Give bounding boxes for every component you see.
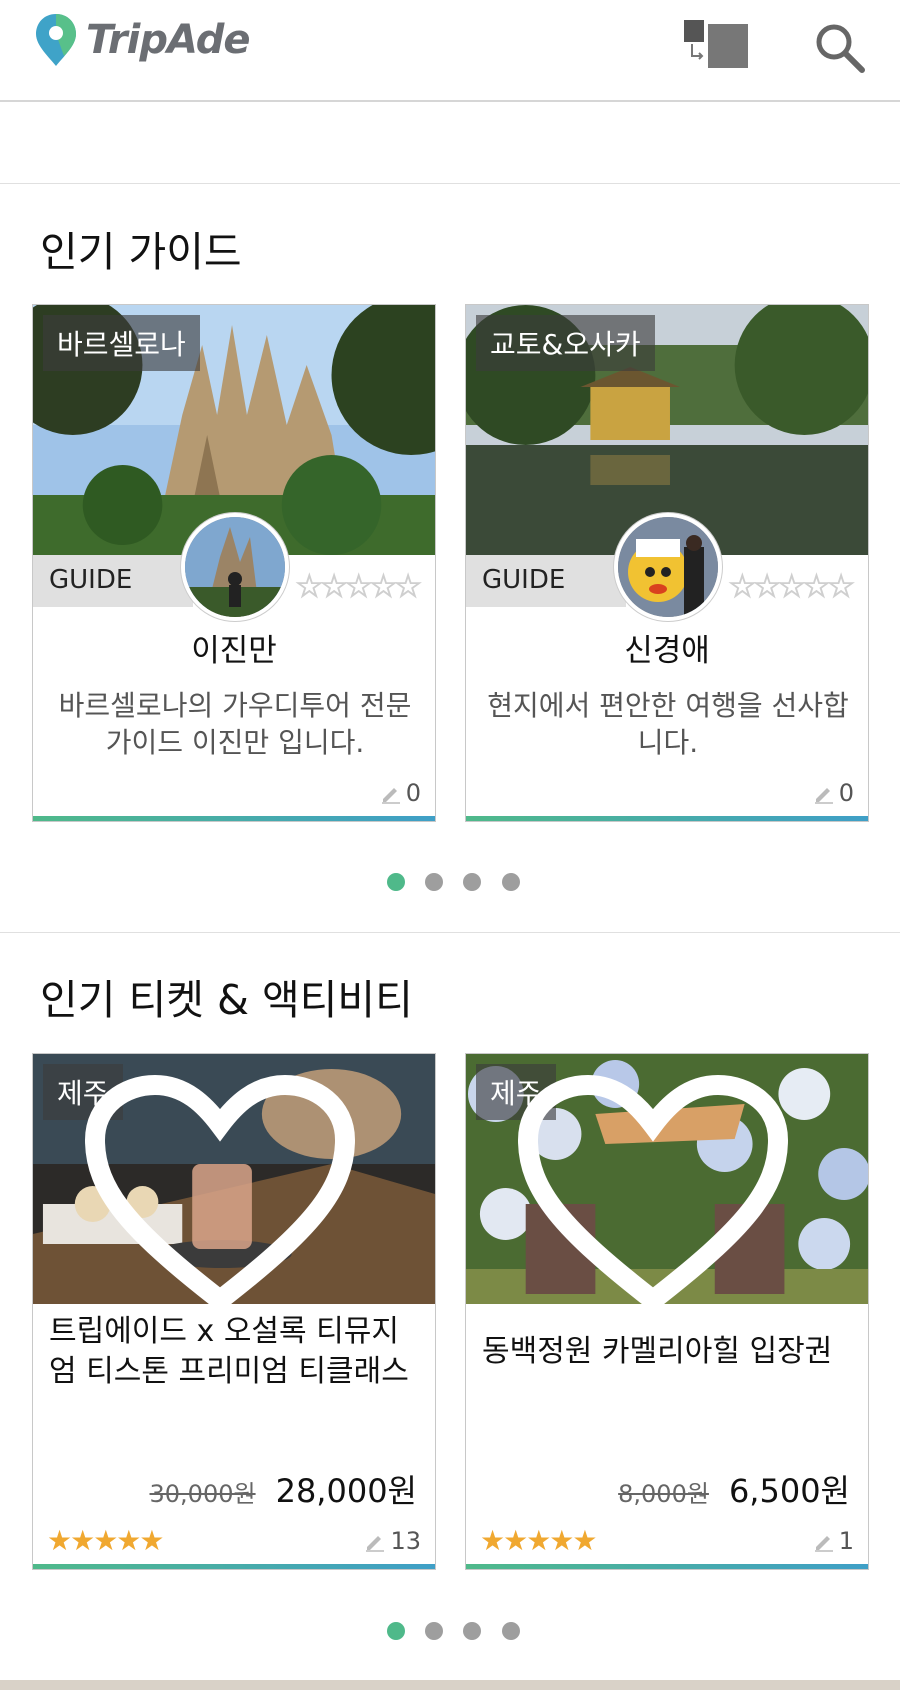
original-price: 30,000원 xyxy=(149,1480,256,1508)
card-accent-line xyxy=(466,816,868,821)
pager-dot[interactable] xyxy=(502,873,520,891)
ticket-photo: 제주 xyxy=(466,1054,868,1304)
rating-stars: ☆☆☆☆☆ xyxy=(727,567,855,606)
price-row: 8,000원 6,500원 xyxy=(618,1466,850,1512)
next-section-edge xyxy=(0,1680,900,1690)
heart-outline-icon[interactable] xyxy=(466,1070,854,1304)
avatar[interactable] xyxy=(614,513,722,621)
guides-pager xyxy=(0,873,900,893)
review-count-value: 0 xyxy=(838,779,854,807)
guide-card[interactable]: 바르셀로나 GUIDE ☆☆☆☆☆ 이진만 바르셀로나의 가우디투어 전문 가이… xyxy=(32,304,436,822)
guide-name: 이진만 xyxy=(191,633,277,669)
review-count-value: 0 xyxy=(405,779,421,807)
brand-name: TripAde xyxy=(86,17,250,63)
pager-dot[interactable] xyxy=(387,873,405,891)
review-count: 1 xyxy=(813,1527,854,1555)
guide-description: 바르셀로나의 가우디투어 전문 가이드 이진만 입니다. xyxy=(58,689,412,759)
app-header: TripAde xyxy=(0,0,900,102)
pencil-icon xyxy=(814,1536,833,1552)
city-tag: 교토&오사카 xyxy=(476,315,655,371)
pager-dot[interactable] xyxy=(425,873,443,891)
review-count: 0 xyxy=(813,779,854,807)
sale-price: 6,500원 xyxy=(728,1472,850,1510)
pager-dot[interactable] xyxy=(425,1622,443,1640)
card-accent-line xyxy=(33,816,435,821)
pencil-icon xyxy=(381,788,400,804)
ticket-card[interactable]: 제주 트립에이드 x 오설록 티뮤지엄 티스톤 프리미엄 티클래스 30,000… xyxy=(32,1053,436,1570)
ticket-title: 트립에이드 x 오설록 티뮤지엄 티스톤 프리미엄 티클래스 xyxy=(49,1314,409,1389)
section-divider xyxy=(0,932,900,933)
review-count: 0 xyxy=(380,779,421,807)
brand-logo[interactable]: TripAde xyxy=(34,12,250,68)
original-price: 8,000원 xyxy=(618,1480,709,1508)
ticket-title: 동백정원 카멜리아힐 입장권 xyxy=(482,1334,833,1369)
guide-name: 신경애 xyxy=(624,633,710,669)
tickets-pager xyxy=(0,1622,900,1642)
pager-dot[interactable] xyxy=(387,1622,405,1640)
search-icon[interactable] xyxy=(812,20,868,76)
ticket-photo: 제주 xyxy=(33,1054,435,1304)
translate-icon[interactable] xyxy=(684,20,752,72)
ticket-card[interactable]: 제주 동백정원 카멜리아힐 입장권 8,000원 6,500원 ★★★★★ 1 xyxy=(465,1053,869,1570)
guide-card[interactable]: 교토&오사카 GUIDE ☆☆☆☆☆ 신경애 현지에서 편안한 여행을 선사합니… xyxy=(465,304,869,822)
pager-dot[interactable] xyxy=(502,1622,520,1640)
heart-outline-icon[interactable] xyxy=(33,1070,421,1304)
review-count: 13 xyxy=(364,1527,421,1555)
city-tag: 바르셀로나 xyxy=(43,315,200,371)
review-count-value: 13 xyxy=(390,1527,421,1555)
sale-price: 28,000원 xyxy=(275,1472,417,1510)
review-count-value: 1 xyxy=(838,1527,854,1555)
popular-guides-title: 인기 가이드 xyxy=(40,228,242,276)
pencil-icon xyxy=(366,1536,385,1552)
guide-role-label: GUIDE xyxy=(33,555,193,607)
pencil-icon xyxy=(814,788,833,804)
guide-description: 현지에서 편안한 여행을 선사합니다. xyxy=(487,689,849,759)
rating-stars: ★★★★★ xyxy=(480,1524,598,1557)
card-accent-line xyxy=(466,1564,868,1569)
popular-tickets-title: 인기 티켓 & 액티비티 xyxy=(40,976,413,1024)
pager-dot[interactable] xyxy=(463,873,481,891)
guide-role-label: GUIDE xyxy=(466,555,626,607)
rating-stars: ★★★★★ xyxy=(47,1524,165,1557)
avatar[interactable] xyxy=(181,513,289,621)
pager-dot[interactable] xyxy=(463,1622,481,1640)
banner-area xyxy=(0,102,900,184)
map-pin-logo-icon xyxy=(36,14,76,66)
price-row: 30,000원 28,000원 xyxy=(150,1466,417,1512)
card-accent-line xyxy=(33,1564,435,1569)
rating-stars: ☆☆☆☆☆ xyxy=(294,567,422,606)
